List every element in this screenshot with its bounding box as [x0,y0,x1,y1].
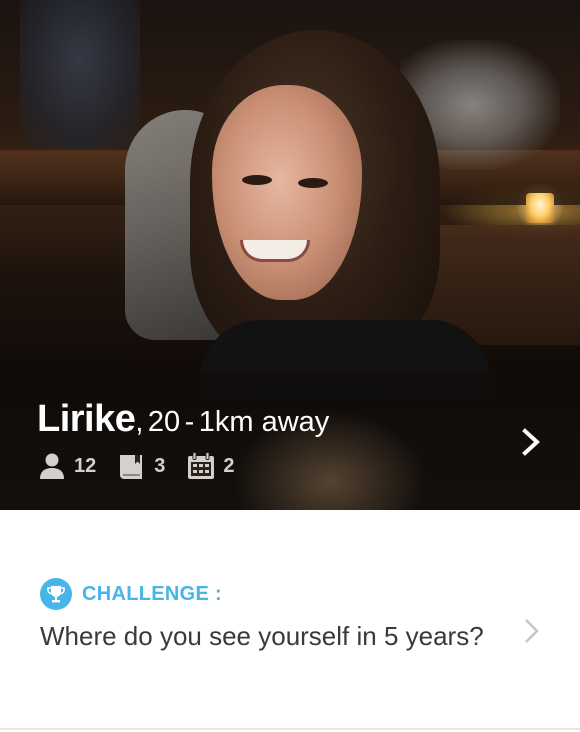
photo-subject-eye [298,178,328,188]
profile-distance: 1km away [198,406,330,438]
stat-books-count: 3 [154,454,166,477]
stat-friends-count: 12 [74,454,97,477]
profile-name: Lirike [37,398,136,440]
calendar-icon [187,452,215,480]
trophy-icon [40,578,72,610]
photo-candle [526,193,554,223]
profile-info-overlay[interactable]: Lirike, 20 - 1km away 12 3 2 [0,372,580,510]
profile-age: 20 [147,406,181,438]
person-icon [38,452,66,480]
photo-background-person [20,0,140,150]
distance-separator: - [184,406,195,438]
chevron-right-icon[interactable] [519,427,543,457]
profile-photo[interactable]: Lirike, 20 - 1km away 12 3 2 [0,0,580,510]
challenge-label: CHALLENGE : [82,582,222,605]
challenge-section[interactable]: CHALLENGE : Where do you see yourself in… [0,510,580,730]
profile-headline: Lirike, 20 - 1km away [37,398,329,441]
book-icon [118,452,146,480]
photo-subject-smile [240,240,310,262]
stat-books: 3 [118,452,165,480]
challenge-header: CHALLENGE : [40,578,222,610]
name-separator: , [135,406,144,438]
photo-subject-eye [242,175,272,185]
stat-events-count: 2 [223,454,235,477]
profile-card[interactable]: Lirike, 20 - 1km away 12 3 2 CHALLENGE:… [0,0,580,732]
profile-stats: 12 3 2 [38,452,257,480]
challenge-question[interactable]: Where do you see yourself in 5 years? [40,621,484,652]
chevron-right-icon[interactable] [522,617,542,645]
stat-friends: 12 [38,452,96,480]
stat-events: 2 [187,452,235,480]
